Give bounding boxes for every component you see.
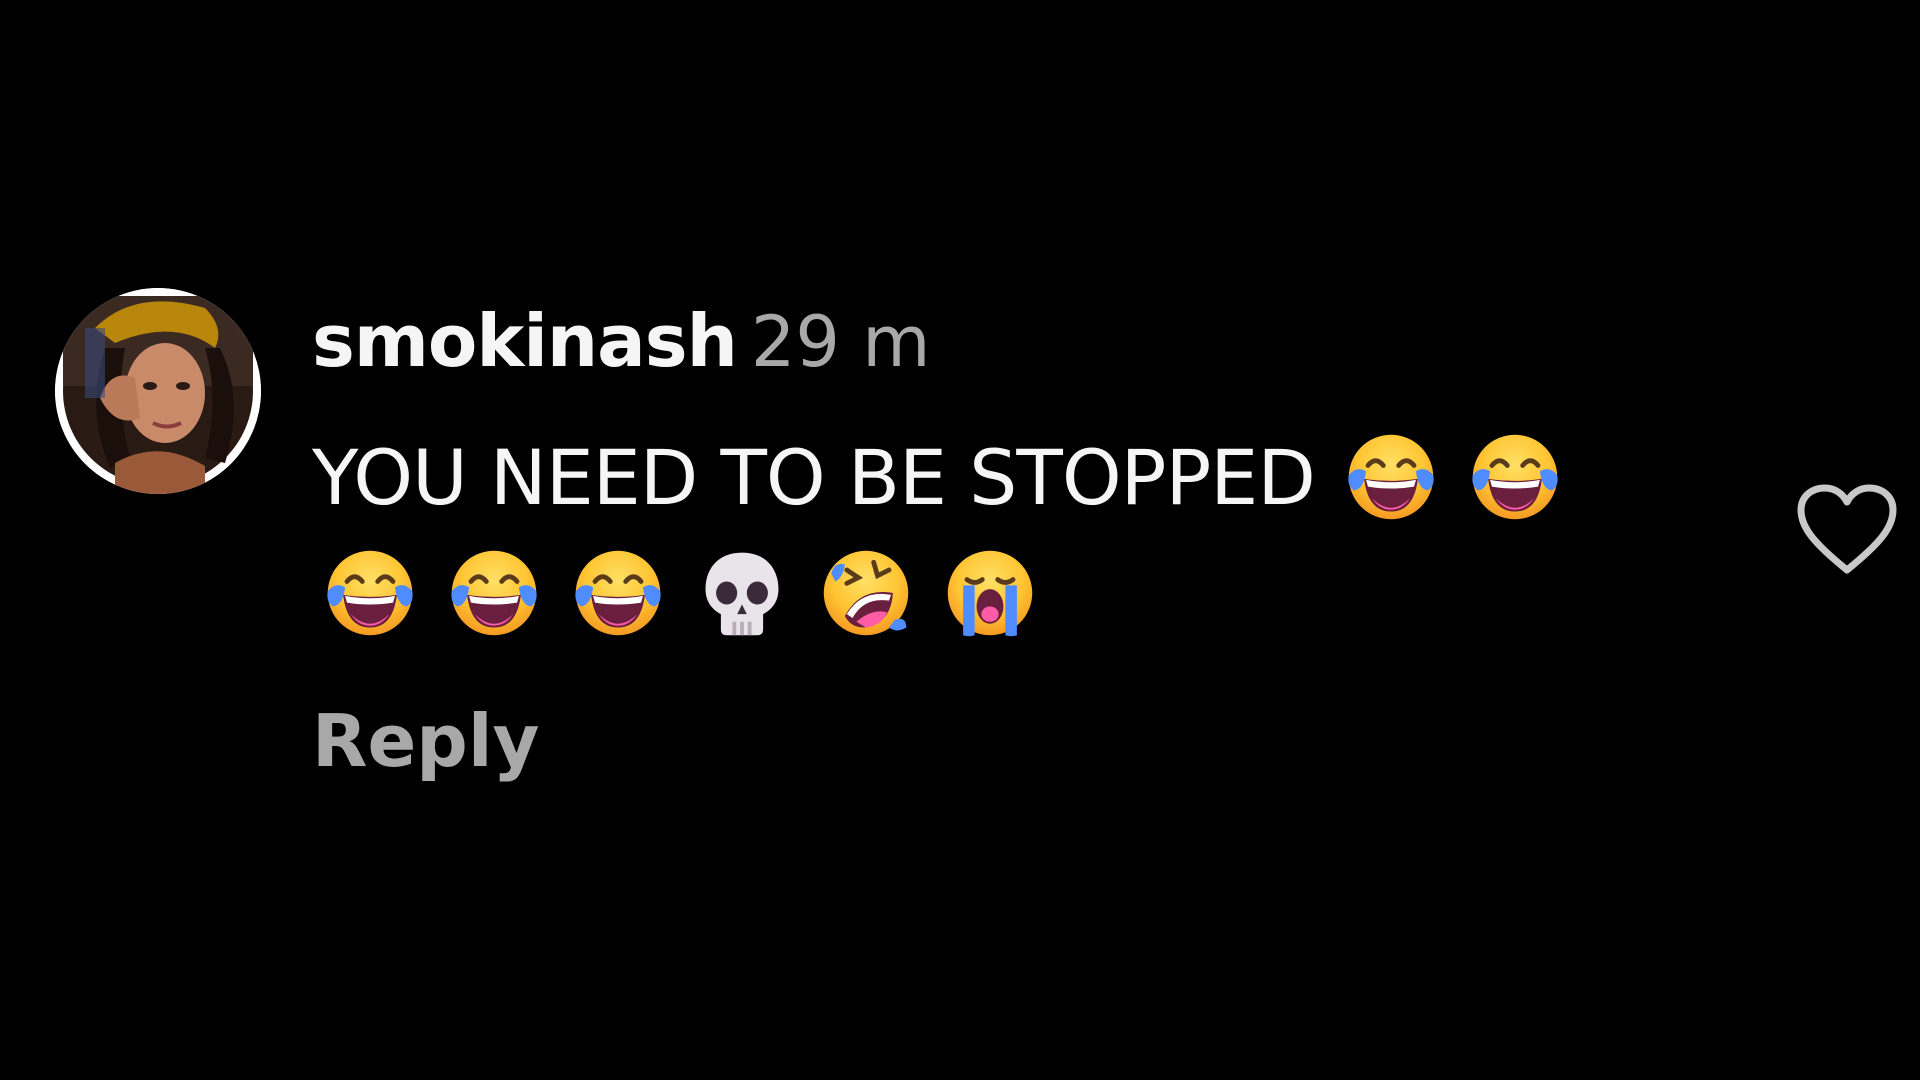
face-with-tears-of-joy-icon xyxy=(322,545,418,641)
comment-line-1: YOU NEED TO BE STOPPED xyxy=(312,420,1692,536)
avatar-photo xyxy=(55,288,261,494)
heart-outline-icon xyxy=(1797,484,1897,574)
comment-header: smokinash 29 m xyxy=(312,305,930,377)
face-with-tears-of-joy-icon xyxy=(1343,429,1439,525)
face-with-tears-of-joy-icon xyxy=(1467,429,1563,525)
comment-item: smokinash 29 m YOU NEED TO BE STOPPED Rep… xyxy=(0,0,1920,1080)
comment-body: YOU NEED TO BE STOPPED xyxy=(312,420,1692,652)
username[interactable]: smokinash xyxy=(312,299,738,383)
rolling-on-the-floor-laughing-icon xyxy=(818,545,914,641)
comment-line-2 xyxy=(312,536,1692,652)
like-button[interactable] xyxy=(1795,482,1899,578)
avatar[interactable] xyxy=(55,288,261,494)
skull-icon xyxy=(694,545,790,641)
comment-text: YOU NEED TO BE STOPPED xyxy=(312,433,1316,522)
timestamp: 29 m xyxy=(750,301,931,383)
face-with-tears-of-joy-icon xyxy=(570,545,666,641)
reply-button[interactable]: Reply xyxy=(312,705,539,777)
loudly-crying-face-icon xyxy=(942,545,1038,641)
face-with-tears-of-joy-icon xyxy=(446,545,542,641)
